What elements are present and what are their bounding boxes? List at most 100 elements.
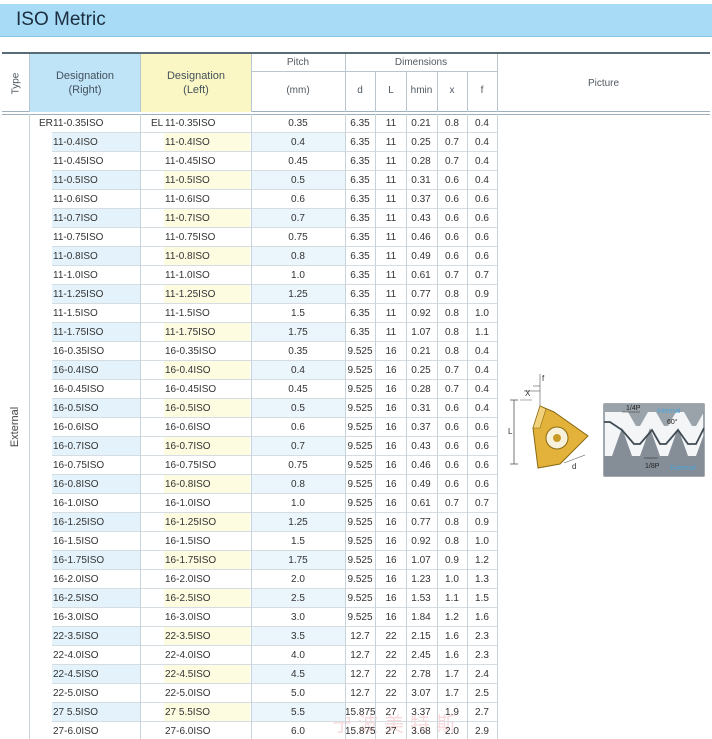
designation-right-cell: 11-1.5ISO	[53, 308, 98, 319]
designation-right-cell: 27-6.0ISO	[53, 726, 99, 737]
designation-right-cell: 16-1.25ISO	[53, 517, 105, 528]
L-cell: 11	[385, 156, 397, 167]
f-cell: 0.6	[475, 213, 489, 224]
designation-left-header: Designation (Left)	[141, 54, 251, 112]
column-divider	[251, 114, 252, 739]
column-divider	[406, 114, 407, 739]
designation-right-cell: 27 5.5ISO	[53, 707, 99, 718]
d-cell: 6.35	[350, 327, 370, 338]
table-row: 16-1.25ISO 16-1.25ISO 1.25 9.525 16 0.77 0.8 0.…	[2, 513, 497, 532]
thread-insert-diagram: X f L d 1/4P Internal 60° 1/8P External	[508, 374, 705, 477]
x-cell: 2.0	[445, 726, 459, 737]
d-cell: 12.7	[350, 650, 370, 661]
designation-right-cell: 16-0.4ISO	[53, 365, 99, 376]
table-row: 11-0.5ISO 11-0.5ISO 0.5 6.35 11 0.31 0.6 0.4	[2, 171, 497, 190]
table-row: 11-0.35ISO 11-0.35ISO 0.35 6.35 11 0.21 0.8 0.4	[2, 114, 497, 133]
L-cell: 16	[385, 384, 397, 395]
d-cell: 6.35	[350, 118, 370, 129]
hmin-cell: 3.37	[411, 707, 431, 718]
designation-left-cell: 11-0.5ISO	[165, 175, 210, 186]
pitch-cell: 4.0	[291, 650, 305, 661]
f-cell: 0.6	[475, 194, 489, 205]
pitch-cell: 0.45	[288, 156, 308, 167]
x-cell: 0.8	[445, 308, 459, 319]
d-cell: 6.35	[350, 175, 370, 186]
L-cell: 16	[385, 422, 397, 433]
d-cell: 6.35	[350, 156, 370, 167]
d-cell: 9.525	[347, 593, 373, 604]
table-header: Type Designation (Right) Designation (Le…	[2, 54, 710, 112]
hmin-cell: 1.53	[411, 593, 431, 604]
L-cell: 11	[385, 213, 397, 224]
table-row: 11-0.45ISO 11-0.45ISO 0.45 6.35 11 0.28 0.7 0.4	[2, 152, 497, 171]
table-row: 11-0.4ISO 11-0.4ISO 0.4 6.35 11 0.25 0.7 0.4	[2, 133, 497, 152]
designation-left-cell: 11-0.6ISO	[165, 194, 210, 205]
designation-left-cell: 11-0.4ISO	[165, 137, 210, 148]
designation-right-cell: 16-0.6ISO	[53, 422, 99, 433]
designation-left-cell: 16-1.75ISO	[165, 555, 217, 566]
d-cell: 6.35	[350, 251, 370, 262]
designation-left-cell: 11-1.0ISO	[165, 270, 210, 281]
d-cell: 9.525	[347, 536, 373, 547]
designation-left-cell: 16-0.45ISO	[165, 384, 217, 395]
designation-right-cell: 16-0.75ISO	[53, 460, 105, 471]
column-divider	[375, 114, 376, 739]
L-cell: 11	[385, 137, 397, 148]
table-row: 11-1.25ISO 11-1.25ISO 1.25 6.35 11 0.77 0.8 0.9	[2, 285, 497, 304]
diagram-label-L: L	[508, 427, 513, 436]
pitch-header: Pitch	[286, 57, 310, 68]
hmin-cell: 0.61	[411, 498, 431, 509]
f-cell: 0.6	[475, 251, 489, 262]
col-L-header: L	[388, 85, 394, 96]
L-cell: 11	[385, 251, 397, 262]
column-divider	[140, 114, 141, 739]
pitch-cell: 0.5	[291, 175, 305, 186]
f-cell: 1.3	[475, 574, 489, 585]
hmin-cell: 0.92	[411, 308, 431, 319]
hmin-cell: 0.46	[411, 232, 431, 243]
designation-right-cell: 11-0.35ISO	[53, 118, 104, 129]
hmin-cell: 3.68	[411, 726, 431, 737]
designation-right-cell: 11-1.75ISO	[53, 327, 104, 338]
d-cell: 6.35	[350, 194, 370, 205]
d-cell: 9.525	[347, 384, 373, 395]
f-cell: 0.7	[475, 270, 489, 281]
x-cell: 0.8	[445, 536, 459, 547]
hmin-cell: 1.84	[411, 612, 431, 623]
hmin-cell: 0.21	[411, 346, 431, 357]
designation-left-cell: 16-0.4ISO	[165, 365, 211, 376]
d-cell: 9.525	[347, 422, 373, 433]
pitch-cell: 3.5	[291, 631, 305, 642]
type-header-label: Type	[10, 72, 21, 94]
d-cell: 9.525	[347, 365, 373, 376]
column-divider	[345, 114, 346, 739]
table-row: 22-4.0ISO 22-4.0ISO 4.0 12.7 22 2.45 1.6 2.3	[2, 646, 497, 665]
f-cell: 0.9	[475, 289, 489, 300]
table-row: 27 5.5ISO 27 5.5ISO 5.5 15.875 27 3.37 1.9 2.7	[2, 703, 497, 722]
designation-left-cell: 11-0.75ISO	[165, 232, 216, 243]
table-row: 11-0.6ISO 11-0.6ISO 0.6 6.35 11 0.37 0.6 0.6	[2, 190, 497, 209]
hmin-cell: 0.77	[411, 289, 431, 300]
table-row: 27-6.0ISO 27-6.0ISO 6.0 15.875 27 3.68 2.0 2.9	[2, 722, 497, 739]
hmin-cell: 0.77	[411, 517, 431, 528]
L-cell: 11	[385, 118, 397, 129]
pitch-cell: 0.7	[291, 441, 305, 452]
designation-left-cell: 11-1.5ISO	[165, 308, 210, 319]
pitch-cell: 1.5	[291, 308, 305, 319]
designation-right-cell: 22-4.0ISO	[53, 650, 99, 661]
designation-right-cell: 22-3.5ISO	[53, 631, 99, 642]
designation-right-cell: 11-0.5ISO	[53, 175, 98, 186]
designation-left-cell: 16-0.7ISO	[165, 441, 211, 452]
L-cell: 11	[385, 308, 397, 319]
L-cell: 16	[385, 593, 397, 604]
L-cell: 16	[385, 365, 397, 376]
designation-right-cell: 11-0.7ISO	[53, 213, 98, 224]
x-cell: 0.8	[445, 346, 459, 357]
hmin-cell: 0.31	[411, 175, 431, 186]
table-row: 16-2.5ISO 16-2.5ISO 2.5 9.525 16 1.53 1.1 1.5	[2, 589, 497, 608]
d-cell: 15.875	[345, 726, 376, 737]
table-row: 16-2.0ISO 16-2.0ISO 2.0 9.525 16 1.23 1.0 1.3	[2, 570, 497, 589]
designation-right-cell: 11-0.75ISO	[53, 232, 104, 243]
diagram-label-angle: 60°	[667, 418, 678, 426]
pitch-cell: 0.8	[291, 479, 305, 490]
